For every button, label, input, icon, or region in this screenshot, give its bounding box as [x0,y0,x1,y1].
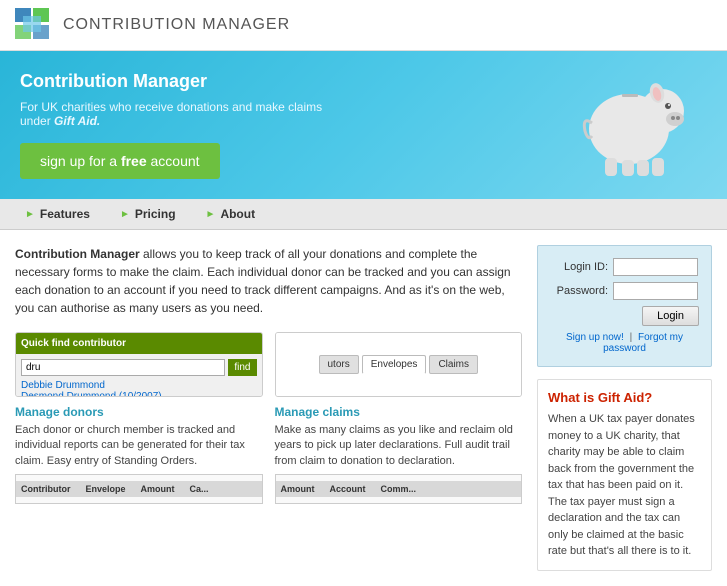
navigation: ► Features ► Pricing ► About [0,199,727,230]
nav-arrow-features: ► [25,209,35,220]
login-box: Login ID: Password: Login Sign up now! |… [537,245,712,367]
password-row: Password: [550,282,699,300]
th-amount2: Amount [281,484,315,494]
claims-tabs-mock: utors Envelopes Claims [276,333,522,396]
nav-about[interactable]: ► About [191,199,271,229]
hero-section: Contribution Manager For UK charities wh… [0,51,727,199]
claims-tab-claims[interactable]: Claims [429,355,478,374]
gift-aid-text: When a UK tax payer donates money to a U… [548,411,701,560]
nav-arrow-pricing: ► [120,209,130,220]
quick-find-results: Debbie Drummond Desmond Drummond (10/200… [21,380,257,397]
donors-screenshot: Quick find contributor find Debbie Drumm… [15,332,263,397]
claims-table-mock: Amount Account Comm... [275,474,523,504]
intro-paragraph: Contribution Manager allows you to keep … [15,245,522,317]
signup-button[interactable]: sign up for a free account [20,143,220,179]
feature-donors-title: Manage donors [15,405,263,419]
quick-find-header: Quick find contributor [16,333,262,354]
login-id-input[interactable] [613,258,698,276]
th-ca: Ca... [190,484,209,494]
donors-table-header: Contributor Envelope Amount Ca... [16,481,262,497]
result-1[interactable]: Debbie Drummond [21,380,257,391]
claims-table-header: Amount Account Comm... [276,481,522,497]
logo-text: Contribution Manager [63,16,290,34]
hero-description: For UK charities who receive donations a… [20,100,340,128]
nav-arrow-about: ► [206,209,216,220]
claims-screenshot: utors Envelopes Claims [275,332,523,397]
feature-claims-title: Manage claims [275,405,523,419]
intro-bold: Contribution Manager [15,247,140,261]
main-content: Contribution Manager allows you to keep … [0,230,727,586]
features-grid: Quick find contributor find Debbie Drumm… [15,332,522,504]
logo-icon [15,8,53,42]
th-contributor: Contributor [21,484,71,494]
quick-find-input-row: find [21,359,257,376]
th-comm: Comm... [381,484,417,494]
donors-table-mock: Contributor Envelope Amount Ca... [15,474,263,504]
nav-pricing[interactable]: ► Pricing [105,199,191,229]
claims-tab-envelopes[interactable]: Envelopes [362,355,427,374]
login-button[interactable]: Login [642,306,699,326]
th-envelope: Envelope [86,484,126,494]
login-links: Sign up now! | Forgot my password [550,332,699,354]
signup-link[interactable]: Sign up now! [566,332,624,343]
link-separator: | [630,332,633,343]
nav-features-label: Features [40,207,90,221]
login-id-row: Login ID: [550,258,699,276]
gift-aid-box: What is Gift Aid? When a UK tax payer do… [537,379,712,571]
feature-claims: utors Envelopes Claims Manage claims Mak… [275,332,523,504]
th-amount: Amount [141,484,175,494]
claims-tab-utors[interactable]: utors [319,355,359,374]
header: Contribution Manager [0,0,727,51]
login-btn-row: Login [550,306,699,326]
password-input[interactable] [613,282,698,300]
nav-features[interactable]: ► Features [10,199,105,229]
quick-find-body: find Debbie Drummond Desmond Drummond (1… [16,354,262,397]
feature-donors: Quick find contributor find Debbie Drumm… [15,332,263,504]
feature-claims-desc: Make as many claims as you like and recl… [275,423,523,469]
quick-find-button[interactable]: find [228,359,256,376]
nav-about-label: About [220,207,255,221]
content-area: Contribution Manager allows you to keep … [15,245,522,571]
th-account: Account [330,484,366,494]
quick-find-input[interactable] [21,359,225,376]
feature-donors-desc: Each donor or church member is tracked a… [15,423,263,469]
gift-aid-title: What is Gift Aid? [548,390,701,405]
sidebar: Login ID: Password: Login Sign up now! |… [537,245,712,571]
login-id-label: Login ID: [550,261,608,273]
password-label: Password: [550,285,608,297]
result-2[interactable]: Desmond Drummond (10/2007) [21,391,257,397]
piggy-bank-image [567,61,687,181]
nav-pricing-label: Pricing [135,207,176,221]
